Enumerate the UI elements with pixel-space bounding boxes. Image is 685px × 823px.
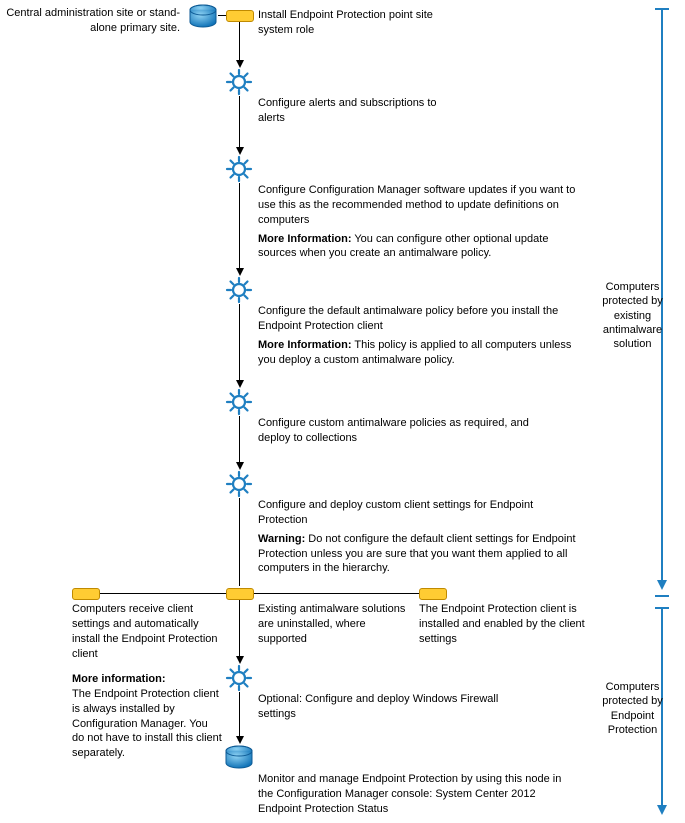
arrowhead-icon (236, 656, 244, 664)
step-firewall: Optional: Configure and deploy Windows F… (258, 692, 508, 722)
flow-line (239, 416, 240, 464)
flow-line (239, 692, 240, 738)
warning-label: Warning: (258, 533, 305, 545)
more-info-label: More Information: (258, 233, 352, 245)
side-label-upper: Computers protected by existing antimalw… (595, 280, 670, 351)
step-monitor: Monitor and manage Endpoint Protection b… (258, 772, 568, 817)
side-arrowhead-icon (657, 580, 667, 590)
database-icon (188, 4, 218, 28)
step-install-role: Install Endpoint Protection point site s… (258, 8, 458, 38)
side-arrow-cap (655, 595, 669, 597)
flow-node (226, 10, 254, 22)
gear-icon (225, 388, 253, 416)
flow-line (239, 304, 240, 382)
arrowhead-icon (236, 380, 244, 388)
branch-left-text: Computers receive client settings and au… (72, 602, 222, 661)
flow-node (419, 588, 447, 600)
gear-icon (225, 68, 253, 96)
more-info-block: More information: The Endpoint Protectio… (72, 672, 222, 761)
side-label-lower: Computers protected by Endpoint Protecti… (595, 680, 670, 737)
branch-right-text: The Endpoint Protection client is instal… (419, 602, 594, 647)
flow-line (239, 96, 240, 149)
flow-line (239, 183, 240, 270)
more-info-label: More Information: (258, 339, 352, 351)
top-site-label: Central administration site or stand-alo… (2, 6, 180, 36)
arrowhead-icon (236, 147, 244, 155)
step-default-policy: Configure the default antimalware policy… (258, 304, 578, 367)
step-text: Configure and deploy custom client setti… (258, 499, 533, 526)
arrowhead-icon (236, 462, 244, 470)
step-configure-updates: Configure Configuration Manager software… (258, 183, 578, 261)
flow-line (239, 22, 240, 62)
step-text: Configure the default antimalware policy… (258, 305, 558, 332)
step-text: Configure Configuration Manager software… (258, 184, 575, 226)
gear-icon (225, 155, 253, 183)
gear-icon (225, 664, 253, 692)
flow-line (218, 15, 226, 16)
more-info-label: More information: (72, 673, 166, 685)
gear-icon (225, 276, 253, 304)
step-configure-alerts: Configure alerts and subscriptions to al… (258, 96, 458, 126)
flow-line (239, 600, 240, 658)
flow-node (226, 588, 254, 600)
more-info-body: The Endpoint Protection client is always… (72, 688, 222, 759)
arrowhead-icon (236, 60, 244, 68)
gear-icon (225, 470, 253, 498)
flow-node (72, 588, 100, 600)
warning-text: Do not configure the default client sett… (258, 533, 576, 575)
side-arrowhead-icon (657, 805, 667, 815)
step-custom-policies: Configure custom antimalware policies as… (258, 416, 558, 446)
step-client-settings: Configure and deploy custom client setti… (258, 498, 578, 576)
flow-line (239, 498, 240, 586)
database-icon (224, 745, 254, 769)
arrowhead-icon (236, 736, 244, 744)
arrowhead-icon (236, 268, 244, 276)
branch-mid-text: Existing antimalware solutions are unins… (258, 602, 408, 647)
